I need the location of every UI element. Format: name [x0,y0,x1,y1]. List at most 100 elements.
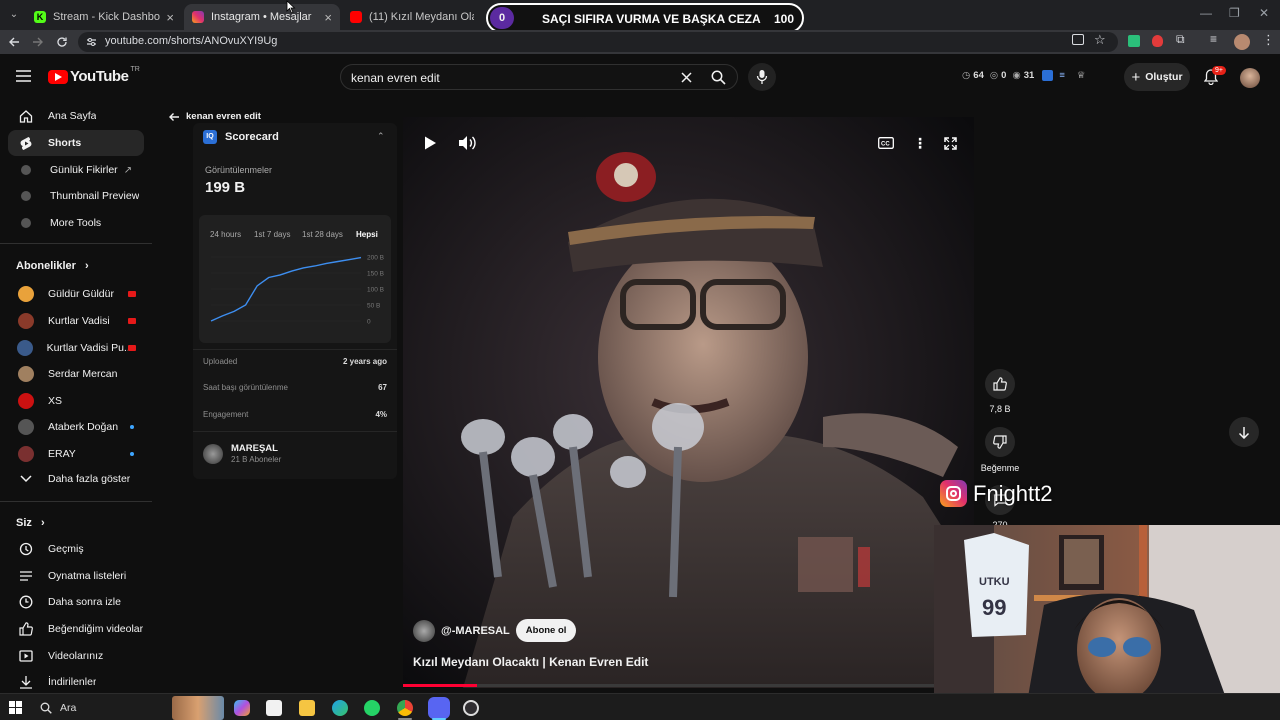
channel-avatar [12,393,40,409]
tab-youtube[interactable]: (11) Kızıl Meydanı Olacaktı | Ke [342,4,482,30]
new-content-dot [130,425,134,429]
sidebar-item-label: Oynatma listeleri [48,570,127,582]
more-options-icon[interactable]: ⋮ [913,135,927,152]
volume-button[interactable] [458,135,476,151]
you-heading[interactable]: Siz › [16,517,45,529]
like-button[interactable] [985,369,1015,399]
sidebar-item-your-videos[interactable]: Videolarınız [8,643,144,669]
close-icon[interactable]: × [166,10,174,25]
subscribe-button[interactable]: Abone ol [515,619,577,642]
minimize-icon[interactable]: — [1200,6,1212,20]
next-video-button[interactable] [1229,417,1259,447]
trophy-icon[interactable]: ♕ [1077,70,1086,81]
back-arrow-icon [169,112,179,121]
youtube-header: YouTube TR kenan evren edit ◷ 64 ◎ 0 ◉ 3… [0,54,1280,100]
sidebar-item-watch-later[interactable]: Daha sonra izle [8,589,144,615]
sidebar-item-thumbnail-preview[interactable]: Thumbnail Preview [8,183,144,209]
video-channel-avatar[interactable] [413,619,435,642]
chrome-menu-icon[interactable]: ⋮ [1262,32,1275,48]
subscription-item[interactable]: ERAY [8,441,144,467]
copilot-icon[interactable] [234,700,250,716]
shorts-video-player[interactable]: CC ⋮ @-MARESAL Abone ol Kızıl Meydanı Ol… [403,117,974,688]
sidebar-item-history[interactable]: Geçmiş [8,536,144,562]
voice-search-button[interactable] [748,63,776,91]
search-box[interactable]: kenan evren edit [340,64,738,90]
collapse-chevron-icon[interactable]: ⌃ [377,131,385,142]
youtube-logo[interactable]: YouTube TR [48,66,140,85]
list-icon[interactable]: ≡ [1059,70,1065,81]
discord-icon[interactable] [428,697,450,719]
account-avatar[interactable] [1240,68,1260,88]
play-button[interactable] [423,135,437,151]
range-7-days[interactable]: 1st 7 days [254,230,290,239]
svg-text:UTKU: UTKU [979,576,1010,588]
captions-button[interactable]: CC [878,137,894,149]
windows-taskbar: Ara [0,693,1280,720]
search-icon[interactable] [711,70,726,85]
extension-red-icon[interactable] [1152,35,1163,47]
subscription-item[interactable]: Kurtlar Vadisi Pu... [8,335,144,361]
dislike-button[interactable] [985,427,1015,457]
close-icon[interactable]: × [324,10,332,25]
range-24-hours[interactable]: 24 hours [210,230,241,239]
webcam-overlay: UTKU 99 [934,525,1280,720]
chrome-icon[interactable] [397,700,413,716]
extension-green-icon[interactable] [1128,35,1140,47]
tab-search-button[interactable]: ⌄ [6,7,22,23]
sidebar-item-playlists[interactable]: Oynatma listeleri [8,563,144,589]
create-button[interactable]: + Oluştur [1124,63,1190,91]
range-all[interactable]: Hepsi [356,230,378,239]
back-icon[interactable] [8,36,20,48]
cast-icon[interactable] [1072,34,1084,45]
sidebar-item-liked-videos[interactable]: Beğendiğim videolar [8,616,144,642]
edge-icon[interactable] [332,700,348,716]
show-more-button[interactable]: Daha fazla göster [8,466,144,492]
video-progress-track[interactable] [403,684,974,687]
sidebar-item-home[interactable]: Ana Sayfa [8,103,144,129]
sidebar-item-more-tools[interactable]: More Tools [8,210,144,236]
video-frame-image [403,117,974,688]
sidebar-item-gunluk-fikirler[interactable]: Günlük Fikirler ↗ [8,157,144,183]
fullscreen-button[interactable] [944,137,957,150]
store-icon[interactable] [266,700,282,716]
forward-icon[interactable] [32,36,44,48]
subscription-item[interactable]: Güldür Güldür [8,281,144,307]
reload-icon[interactable] [56,36,68,48]
windows-start-icon[interactable] [9,701,22,714]
tab-kick[interactable]: K Stream - Kick Dashboard × [26,4,182,30]
subscription-item[interactable]: Kurtlar Vadisi [8,308,144,334]
close-window-icon[interactable]: ✕ [1259,6,1269,20]
sidebar-divider [0,501,152,502]
scorecard-header[interactable]: IQ Scorecard [203,130,279,144]
channel-avatar [203,443,223,464]
back-to-search[interactable]: kenan evren edit [168,111,261,122]
file-explorer-icon[interactable] [299,700,315,716]
subscription-item[interactable]: Ataberk Doğan [8,414,144,440]
channel-name: MAREŞAL [231,443,278,454]
hamburger-menu-icon[interactable] [16,70,31,82]
sidebar-item-downloads[interactable]: İndirilenler [8,669,144,695]
channel-row[interactable]: MAREŞAL 21 B Aboneler [203,443,281,464]
bookmark-star-icon[interactable]: ☆ [1094,32,1106,48]
views-value: 199 B [205,179,246,196]
range-28-days[interactable]: 1st 28 days [302,230,343,239]
vidiq-icon[interactable] [1042,70,1054,81]
subscription-item[interactable]: Serdar Mercan [8,361,144,387]
chart-y-tick: 50 B [367,303,380,310]
maximize-icon[interactable]: ❐ [1229,6,1240,20]
obs-icon[interactable] [463,700,479,716]
subscription-item[interactable]: XS [8,388,144,414]
sidebar-item-shorts[interactable]: Shorts [8,130,144,156]
profile-avatar[interactable] [1234,34,1250,50]
reading-list-icon[interactable]: ≡ [1210,32,1217,46]
whatsapp-icon[interactable] [364,700,380,716]
tab-instagram[interactable]: Instagram • Mesajlar × [184,4,340,30]
site-info-icon[interactable] [86,37,97,47]
search-input[interactable]: kenan evren edit [351,71,440,85]
extensions-puzzle-icon[interactable]: ⧉ [1176,32,1185,47]
video-channel-handle[interactable]: @-MARESAL [441,625,510,637]
clear-search-icon[interactable] [681,72,692,83]
subscriptions-heading[interactable]: Abonelikler › [16,260,89,272]
video-progress-fill [403,684,478,687]
instagram-logo-icon [940,480,967,507]
